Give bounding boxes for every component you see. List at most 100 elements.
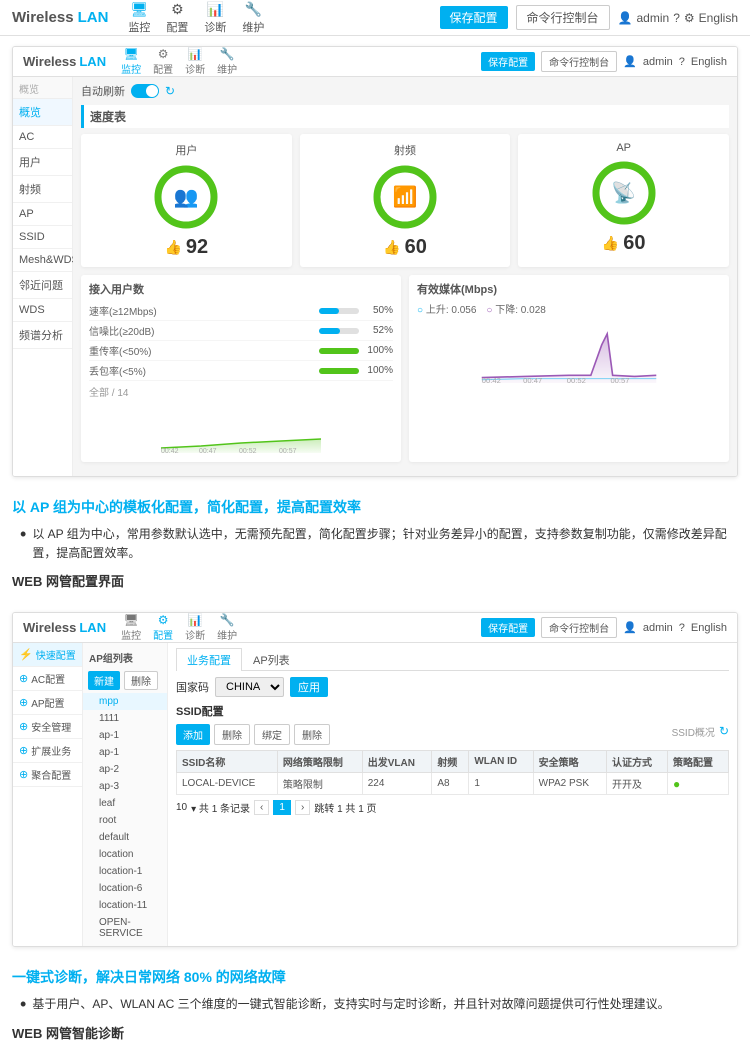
inner2-nav-monitor[interactable]: 🖥 监控 [121, 613, 141, 642]
next-page-btn[interactable]: › [295, 800, 310, 815]
cmd-button[interactable]: 命令行控制台 [516, 5, 610, 30]
ssid-bind-btn[interactable]: 绑定 [254, 724, 290, 745]
inner-cmd-button[interactable]: 命令行控制台 [541, 51, 617, 72]
sidebar-item-neighbor[interactable]: 邻近问题 [13, 272, 72, 299]
screenshot1-box: Wireless LAN 🖥 监控 ⚙ 配置 📊 诊断 🔧 维护 保存配置 命令… [12, 46, 738, 477]
sidebar2-agg[interactable]: ⊕ 聚合配置 [13, 763, 82, 787]
sidebar-item-ac[interactable]: AC [13, 126, 72, 149]
inner2-nav-maint[interactable]: 🔧 维护 [217, 613, 237, 642]
inner-nav-maint[interactable]: 🔧 维护 [217, 47, 237, 76]
stat-row-1: 速率(≥12Mbps) 50% [89, 301, 393, 321]
sidebar2-ac-config[interactable]: ⊕ AC配置 [13, 667, 82, 691]
tree-item-ap1[interactable]: ap-1 [83, 727, 167, 744]
svg-text:00:42: 00:42 [161, 448, 179, 453]
sidebar2-quick-config[interactable]: ⚡ 快速配置 [13, 643, 82, 667]
bar-fill-3 [319, 348, 359, 354]
nav-maintain[interactable]: 🔧 维护 [242, 1, 264, 35]
config-tabs: 业务配置 AP列表 [176, 648, 729, 671]
nav-config[interactable]: ⚙ 配置 [166, 1, 188, 35]
diagnose-icon: 📊 [207, 1, 224, 18]
tree-item-loc6[interactable]: location-6 [83, 880, 167, 897]
tree-item-default[interactable]: default [83, 829, 167, 846]
tree-del-btn[interactable]: 删除 [124, 671, 158, 690]
inner2-nav-config[interactable]: ⚙ 配置 [153, 613, 173, 642]
donut-ap-chart: 📡 [589, 158, 659, 228]
inner-nav-config[interactable]: ⚙ 配置 [153, 47, 173, 76]
inner-nav-diag[interactable]: 📊 诊断 [185, 47, 205, 76]
refresh-icon[interactable]: ↻ [165, 84, 175, 98]
agg-label: 聚合配置 [31, 767, 71, 782]
inner-header-right: 保存配置 命令行控制台 👤 admin ? English [481, 51, 727, 72]
settings-icon: ⚙ [684, 11, 695, 25]
country-select[interactable]: CHINA [215, 677, 284, 697]
sidebar2-ap-config[interactable]: ⊕ AP配置 [13, 691, 82, 715]
sidebar-item-ap[interactable]: AP [13, 203, 72, 226]
table-row: LOCAL-DEVICE 策略限制 224 A8 1 WPA2 PSK 开开及 … [177, 773, 729, 795]
td-policy: 策略限制 [277, 773, 362, 795]
bar-fill-4 [319, 368, 359, 374]
nav-monitor[interactable]: 🖥 监控 [128, 1, 150, 35]
tree-item-leaf[interactable]: leaf [83, 795, 167, 812]
stat-pct-3: 100% [363, 345, 393, 356]
stat-bar-3: 100% [319, 343, 393, 358]
screenshot1-body: 概览 概览 AC 用户 射频 AP SSID Mesh&WDS 邻近问题 WDS… [13, 77, 737, 476]
svg-text:00:42: 00:42 [482, 376, 501, 383]
tree-new-btn[interactable]: 新建 [88, 671, 120, 690]
stat-label-2: 信噪比(≥20dB) [89, 323, 155, 338]
sidebar2-extend[interactable]: ⊕ 扩展业务 [13, 739, 82, 763]
tree-item-root[interactable]: root [83, 812, 167, 829]
screenshot2-sidebar: ⚡ 快速配置 ⊕ AC配置 ⊕ AP配置 ⊕ 安全管理 ⊕ 扩展业务 ⊕ 聚合配… [13, 643, 83, 946]
ssid-refresh-icon[interactable]: ↻ [719, 724, 729, 745]
inner-nav-diag-label: 诊断 [185, 61, 205, 76]
inner2-cmd-button[interactable]: 命令行控制台 [541, 617, 617, 638]
donut-radio-label: 射频 [394, 142, 416, 158]
sidebar-item-spectrum[interactable]: 频谱分析 [13, 322, 72, 349]
sidebar2-security[interactable]: ⊕ 安全管理 [13, 715, 82, 739]
help-icon: ? [673, 11, 680, 25]
tree-item-ap2[interactable]: ap-2 [83, 761, 167, 778]
tree-item-loc1[interactable]: location-1 [83, 863, 167, 880]
tree-item-ap3[interactable]: ap-3 [83, 778, 167, 795]
ssid-del-btn[interactable]: 删除 [214, 724, 250, 745]
sidebar-section-label: 概览 [13, 77, 72, 99]
tab-business-config[interactable]: 业务配置 [176, 648, 242, 671]
sidebar-item-radio[interactable]: 射频 [13, 176, 72, 203]
sidebar-item-overview[interactable]: 概览 [13, 99, 72, 126]
sidebar-item-user[interactable]: 用户 [13, 149, 72, 176]
users-total-label: 全部 / 14 [89, 384, 393, 399]
donut-ap-icon: 📡 [611, 181, 636, 206]
bar-bg-4 [319, 368, 359, 374]
bullet-dot-2: • [20, 995, 26, 1014]
tree-item-openservice[interactable]: OPEN-SERVICE [83, 914, 167, 942]
apply-button[interactable]: 应用 [290, 677, 328, 697]
tree-item-loc11[interactable]: location-11 [83, 897, 167, 914]
th-wlan-id: WLAN ID [469, 751, 533, 773]
ap-up-label: ○ 上升: 0.056 [417, 301, 476, 316]
inner2-logo-lan: LAN [79, 620, 106, 635]
inner-save-button[interactable]: 保存配置 [481, 52, 535, 71]
donut-ap-label: AP [616, 142, 631, 154]
ssid-del2-btn[interactable]: 删除 [294, 724, 330, 745]
inner-user-icon: 👤 [623, 55, 637, 68]
tree-item-location[interactable]: location [83, 846, 167, 863]
sidebar-item-ssid[interactable]: SSID [13, 226, 72, 249]
tab-ap-list[interactable]: AP列表 [242, 648, 301, 671]
sidebar-item-mesh[interactable]: Mesh&WDS [13, 249, 72, 272]
inner-nav-maint-label: 维护 [217, 61, 237, 76]
tree-item-1111[interactable]: 1111 [83, 710, 167, 727]
donut-user-label: 用户 [175, 142, 197, 158]
ssid-add-btn[interactable]: 添加 [176, 724, 210, 745]
tree-item-ap1b[interactable]: ap-1 [83, 744, 167, 761]
nav-diagnose[interactable]: 📊 诊断 [204, 1, 226, 35]
tree-item-mpp[interactable]: mpp [83, 693, 167, 710]
inner2-nav-diag[interactable]: 📊 诊断 [185, 613, 205, 642]
auto-refresh-label: 自动刷新 [81, 83, 125, 99]
inner-nav-monitor[interactable]: 🖥 监控 [121, 47, 141, 76]
auto-refresh-toggle[interactable] [131, 84, 159, 98]
prev-page-btn[interactable]: ‹ [254, 800, 269, 815]
save-button[interactable]: 保存配置 [440, 6, 508, 29]
agg-icon: ⊕ [19, 768, 28, 781]
inner2-save-button[interactable]: 保存配置 [481, 618, 535, 637]
page-1-btn[interactable]: 1 [273, 800, 291, 815]
sidebar-item-wds[interactable]: WDS [13, 299, 72, 322]
